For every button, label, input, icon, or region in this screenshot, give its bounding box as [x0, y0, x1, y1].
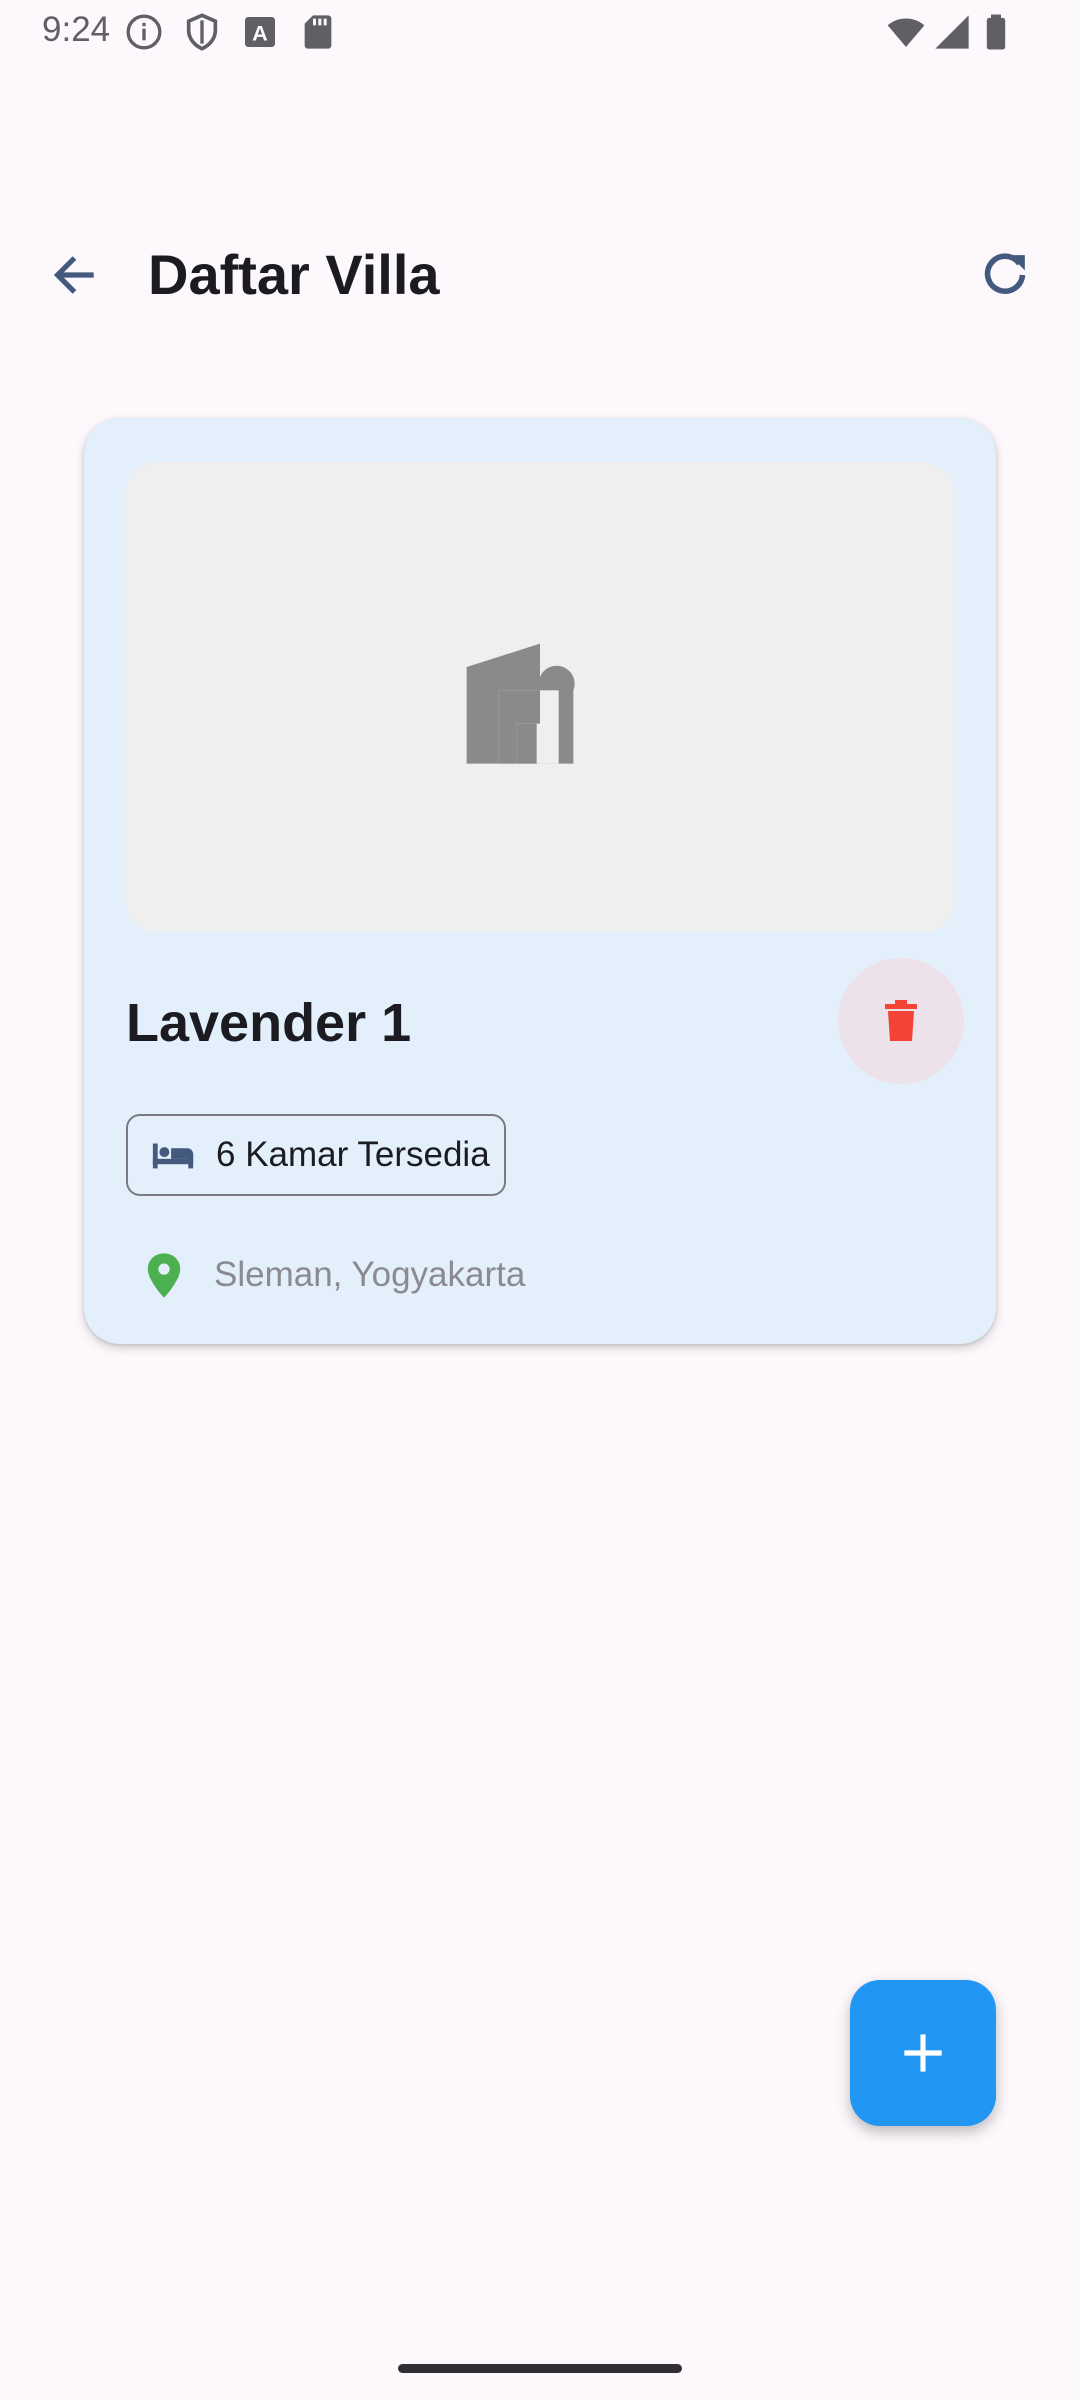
back-button[interactable]	[30, 230, 120, 320]
location-pin-icon	[134, 1245, 194, 1305]
text-a-icon: A	[240, 12, 280, 52]
info-icon	[124, 12, 164, 52]
villa-name: Lavender 1	[126, 993, 412, 1053]
battery-icon	[976, 12, 1016, 52]
villa-image-placeholder	[126, 462, 954, 932]
refresh-icon	[984, 253, 1026, 294]
screen: 9:24 A Daftar Villa Lavender 1 6 Kamar T…	[0, 0, 1080, 2400]
rooms-available-label: 6 Kamar Tersedia	[216, 1135, 490, 1174]
rooms-available-chip: 6 Kamar Tersedia	[126, 1114, 506, 1196]
plus-icon	[904, 2034, 942, 2072]
house-icon	[466, 643, 575, 764]
location-row: Sleman, Yogyakarta	[126, 1240, 525, 1310]
sd-card-icon	[298, 12, 338, 52]
villa-card[interactable]: Lavender 1 6 Kamar Tersedia Sleman, Yogy…	[84, 418, 996, 1344]
shield-icon	[182, 12, 222, 52]
home-indicator[interactable]	[398, 2364, 682, 2373]
add-villa-button[interactable]	[850, 1980, 996, 2126]
status-bar: 9:24 A	[0, 0, 1080, 64]
arrow-back-icon	[53, 256, 94, 294]
signal-icon	[932, 12, 972, 52]
delete-button[interactable]	[838, 958, 964, 1084]
trash-icon	[885, 1000, 917, 1041]
location-label: Sleman, Yogyakarta	[214, 1255, 526, 1294]
bed-icon	[150, 1132, 196, 1178]
page-title: Daftar Villa	[148, 243, 440, 306]
top-app-bar: Daftar Villa	[0, 220, 1080, 330]
refresh-button[interactable]	[960, 230, 1050, 320]
svg-text:A: A	[252, 20, 268, 45]
status-time: 9:24	[42, 10, 111, 49]
wifi-icon	[886, 12, 926, 52]
